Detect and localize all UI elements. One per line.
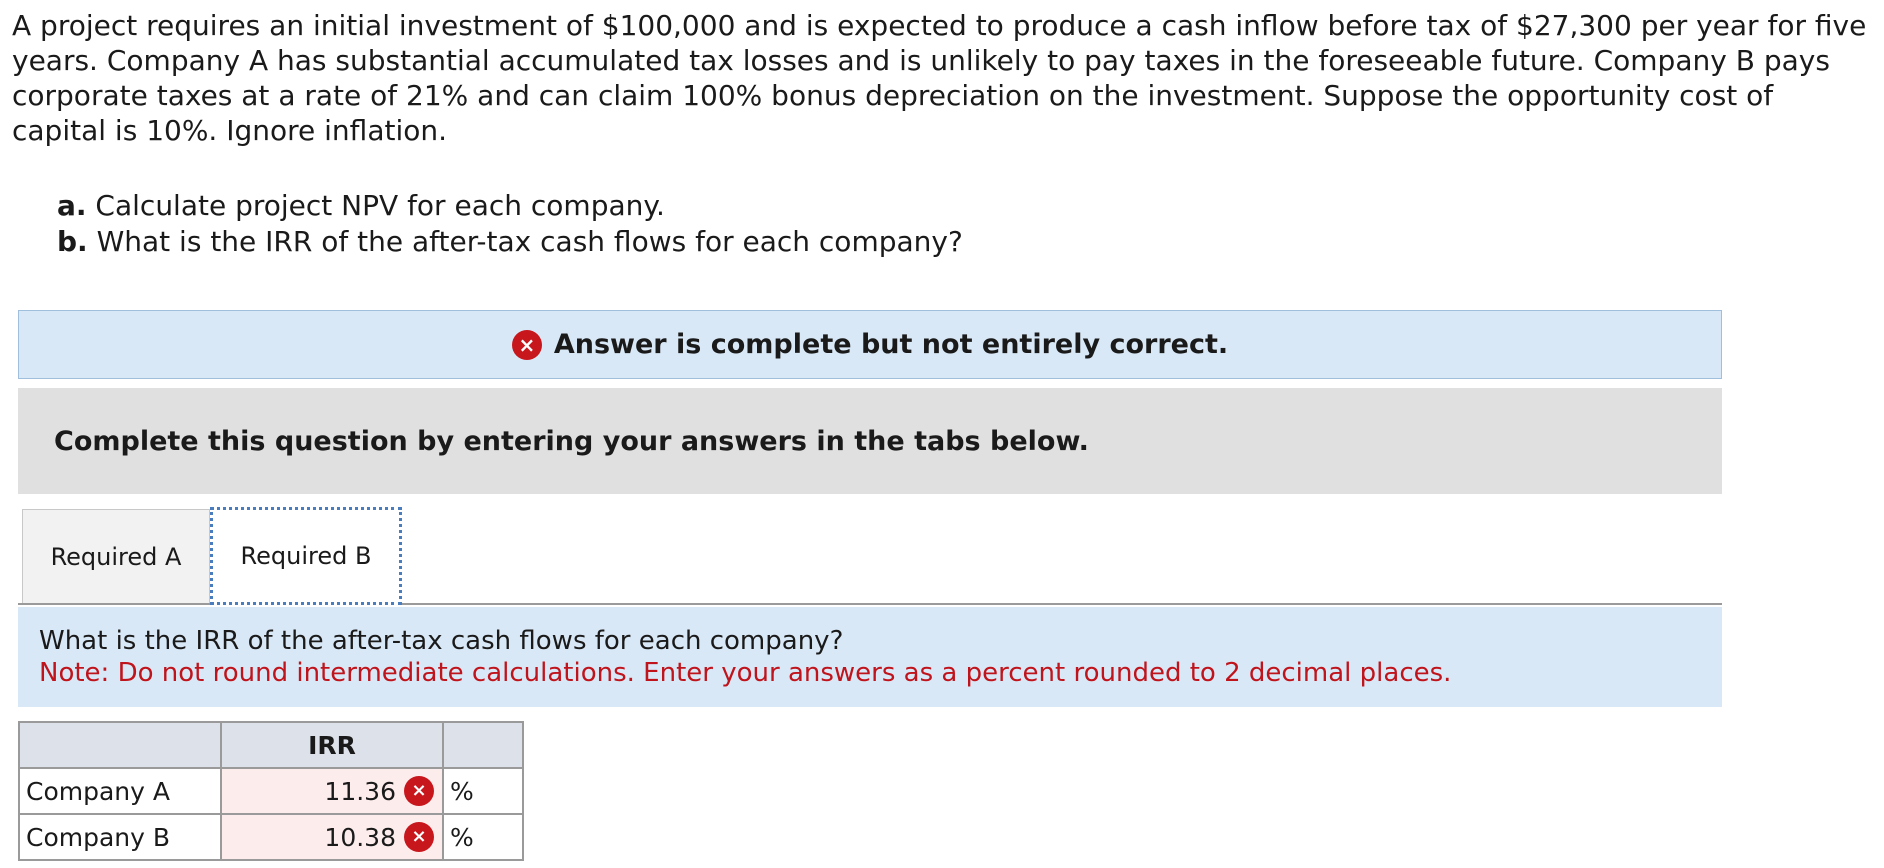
irr-value-company-b: 10.38 [324,822,396,852]
answer-status-text: Answer is complete but not entirely corr… [553,329,1229,360]
part-a-letter: a. [57,189,87,222]
table-row: Company A 11.36 × % [18,767,524,815]
table-header-irr: IRR [220,721,444,769]
x-circle-icon: × [404,776,434,806]
irr-input-company-a[interactable]: 11.36 × [220,767,444,815]
part-b: b. What is the IRR of the after-tax cash… [57,224,963,260]
question-note: Note: Do not round intermediate calculat… [39,658,1452,688]
x-circle-icon: × [404,822,434,852]
row-label-company-b: Company B [18,813,222,861]
x-circle-icon: × [511,329,542,360]
irr-input-company-b[interactable]: 10.38 × [220,813,444,861]
problem-parts: a. Calculate project NPV for each compan… [57,188,963,260]
unit-company-b: % [442,813,524,861]
part-a-text: Calculate project NPV for each company. [86,189,665,222]
part-b-letter: b. [57,225,88,258]
tab-bar: Required A Required B [18,505,1722,605]
instructions-text: Complete this question by entering your … [54,425,1089,457]
unit-company-a: % [442,767,524,815]
tab-required-b[interactable]: Required B [210,507,402,605]
part-b-text: What is the IRR of the after-tax cash fl… [87,225,963,258]
row-label-company-a: Company A [18,767,222,815]
instructions-box: Complete this question by entering your … [18,388,1722,494]
question-text: What is the IRR of the after-tax cash fl… [39,626,844,656]
table-header-unit-blank [442,721,524,769]
question-box: What is the IRR of the after-tax cash fl… [18,607,1722,707]
part-a: a. Calculate project NPV for each compan… [57,188,963,224]
irr-value-company-a: 11.36 [324,776,396,806]
irr-table: IRR Company A 11.36 × % Company B 10.38 … [18,721,524,861]
problem-statement: A project requires an initial investment… [12,9,1867,147]
table-row: Company B 10.38 × % [18,813,524,861]
table-header-blank [18,721,222,769]
table-header-row: IRR [18,721,524,769]
tab-required-a[interactable]: Required A [22,509,210,603]
answer-status-banner: × Answer is complete but not entirely co… [18,310,1722,379]
